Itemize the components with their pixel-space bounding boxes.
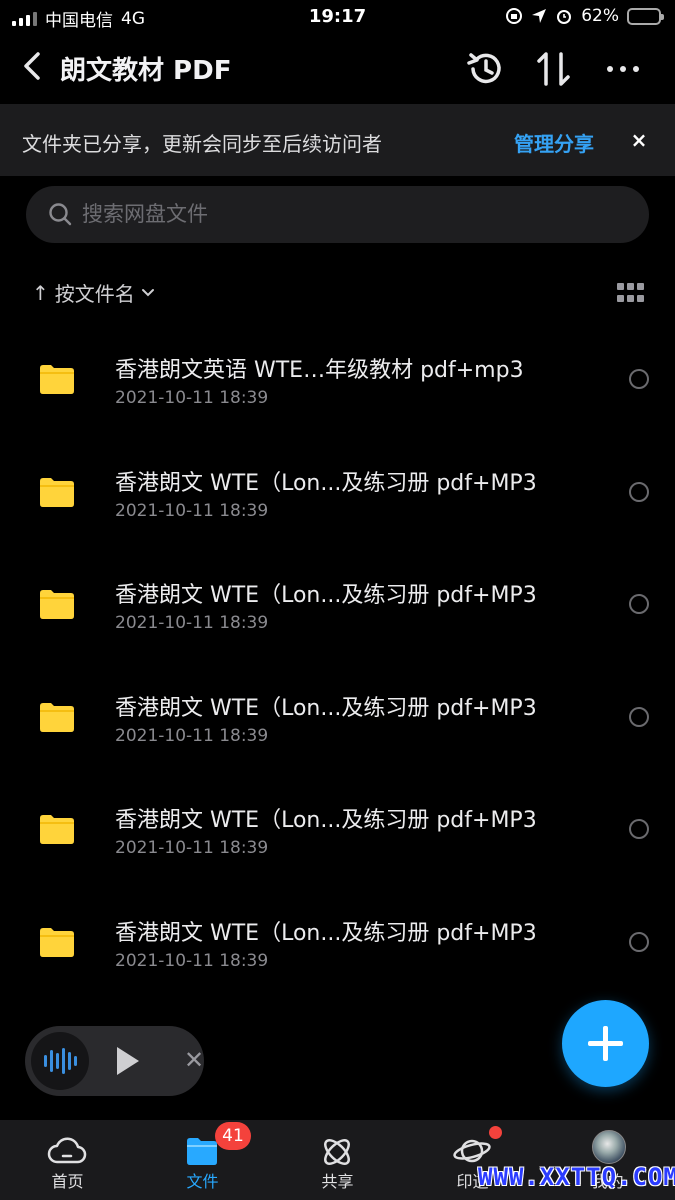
sort-control[interactable]: ↑ 按文件名: [32, 278, 155, 307]
select-checkbox[interactable]: [629, 481, 649, 502]
player-close-button[interactable]: ✕: [184, 1046, 204, 1074]
add-button[interactable]: [562, 1000, 649, 1087]
share-banner: 文件夹已分享，更新会同步至后续访问者 管理分享 ×: [0, 104, 675, 176]
folder-icon: [40, 927, 74, 957]
select-checkbox[interactable]: [629, 594, 649, 614]
folder-icon: [40, 365, 74, 394]
chevron-left-icon[interactable]: [18, 48, 48, 84]
notification-dot: [489, 1126, 502, 1139]
grid-view-icon[interactable]: [617, 283, 644, 303]
folder-icon: [40, 477, 74, 507]
select-checkbox[interactable]: [629, 369, 649, 389]
sort-arrows-icon[interactable]: [533, 48, 575, 90]
play-icon[interactable]: [117, 1047, 139, 1075]
list-item[interactable]: 香港朗文 WTE（Lon...及练习册 pdf+MP3 2021-10-11 18…: [0, 660, 675, 773]
folder-icon: [40, 702, 74, 732]
file-date: 2021-10-11 18:39: [115, 388, 269, 408]
status-right: 62%: [505, 6, 664, 26]
more-icon[interactable]: [602, 48, 644, 90]
file-name: 香港朗文 WTE（Lon...及练习册 pdf+MP3: [115, 695, 537, 721]
file-name: 香港朗文 WTE（Lon...及练习册 pdf+MP3: [115, 583, 537, 608]
file-date: 2021-10-11 18:39: [115, 838, 269, 858]
select-checkbox[interactable]: [629, 931, 649, 952]
location-icon: [532, 9, 547, 23]
sort-arrow-icon: ↑: [32, 280, 49, 305]
audio-wave-icon: [31, 1032, 89, 1090]
search-icon: [49, 203, 72, 226]
file-date: 2021-10-11 18:39: [115, 950, 269, 971]
manage-share-link[interactable]: 管理分享: [514, 128, 594, 157]
list-item[interactable]: 香港朗文 WTE（Lon...及练习册 pdf+MP3 2021-10-11 18…: [0, 547, 675, 660]
select-checkbox[interactable]: [629, 706, 649, 727]
tab-files-label: 文件: [186, 1172, 219, 1191]
list-item[interactable]: 香港朗文英语 WTE…年级教材 pdf+mp3 2021-10-11 18:39: [0, 322, 675, 435]
file-list: 香港朗文英语 WTE…年级教材 pdf+mp3 2021-10-11 18:39 香…: [0, 322, 675, 997]
file-date: 2021-10-11 18:39: [115, 613, 269, 633]
list-item[interactable]: 香港朗文 WTE（Lon...及练习册 pdf+MP3 2021-10-11 18…: [0, 772, 675, 885]
header: 朗文教材 PDF: [0, 36, 675, 104]
alarm-icon: [557, 10, 572, 24]
tab-home-label: 首页: [51, 1172, 84, 1191]
history-icon[interactable]: [465, 48, 507, 90]
banner-close-button[interactable]: ×: [628, 128, 650, 152]
tab-share-label: 共享: [321, 1172, 354, 1191]
file-name: 香港朗文 WTE（Lon...及练习册 pdf+MP3: [115, 808, 537, 833]
mini-player[interactable]: ✕: [25, 1026, 204, 1096]
tab-share[interactable]: 共享: [270, 1120, 405, 1200]
share-badge: 41: [215, 1122, 251, 1150]
chevron-down-icon: [141, 288, 154, 296]
status-bar: 中国电信 4G 19:17 62%: [0, 0, 675, 36]
rotation-lock-icon: [506, 8, 523, 24]
share-atom-icon: [324, 1139, 350, 1165]
avatar[interactable]: [592, 1130, 626, 1164]
select-checkbox[interactable]: [629, 819, 649, 839]
list-item[interactable]: 香港朗文 WTE（Lon...及练习册 pdf+MP3 2021-10-11 18…: [0, 435, 675, 548]
file-name: 香港朗文 WTE（Lon...及练习册 pdf+MP3: [115, 920, 537, 946]
list-item[interactable]: 香港朗文 WTE（Lon...及练习册 pdf+MP3 2021-10-11 18…: [0, 885, 675, 998]
tab-home[interactable]: 首页: [0, 1120, 135, 1200]
watermark-text: WWW.XXTTQ.COM: [478, 1163, 675, 1191]
battery-icon: [627, 7, 664, 25]
search-input[interactable]: [82, 198, 622, 230]
search-bar[interactable]: [26, 186, 649, 243]
battery-percent: 62%: [581, 6, 619, 26]
page-title: 朗文教材 PDF: [60, 56, 232, 86]
cloud-home-icon: [47, 1137, 87, 1164]
file-name: 香港朗文英语 WTE…年级教材 pdf+mp3: [115, 358, 524, 383]
sort-label: 按文件名: [54, 282, 135, 306]
folder-icon: [40, 815, 74, 844]
share-banner-text: 文件夹已分享，更新会同步至后续访问者: [22, 132, 382, 156]
file-name: 香港朗文 WTE（Lon...及练习册 pdf+MP3: [115, 470, 537, 496]
file-date: 2021-10-11 18:39: [115, 725, 269, 746]
file-date: 2021-10-11 18:39: [115, 500, 269, 521]
folder-icon: [40, 590, 74, 619]
